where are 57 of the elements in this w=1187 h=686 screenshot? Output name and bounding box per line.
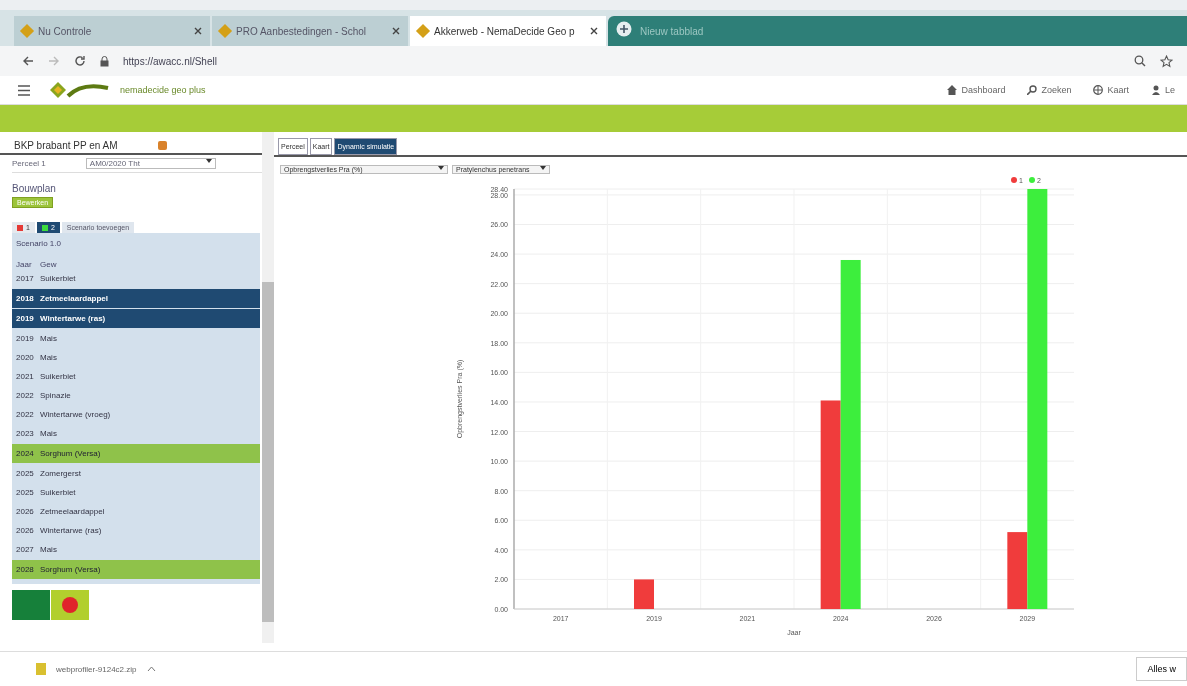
column-header: Gew xyxy=(40,260,57,269)
nav-link[interactable]: Kaart xyxy=(1093,85,1129,95)
app-icon[interactable] xyxy=(51,590,89,620)
reload-icon[interactable] xyxy=(74,55,86,67)
crop-row[interactable]: 2019 Wintertarwe (ras) xyxy=(12,309,260,328)
crop-row[interactable]: 2020 Mais xyxy=(12,348,260,367)
browser-tab[interactable]: Akkerweb - NemaDecide Geo p xyxy=(410,16,606,46)
list-title: Scenario 1.0 xyxy=(15,238,62,250)
star-icon[interactable] xyxy=(1160,54,1173,68)
browser-tab[interactable]: Nu Controle xyxy=(14,16,210,46)
crop-row[interactable]: 2022 Spinazie xyxy=(12,386,260,405)
dropdown-arrow-icon xyxy=(539,166,546,170)
close-icon[interactable] xyxy=(392,25,400,37)
crop-row[interactable]: 2018 Zetmeelaardappel xyxy=(12,289,260,308)
crop-row[interactable]: 2026 Zetmeelaardappel xyxy=(12,502,260,521)
crop-row[interactable]: 2021 Suikerbiet xyxy=(12,367,260,386)
banner-text: Nieuw tabblad xyxy=(640,25,704,37)
globe-icon xyxy=(1093,85,1104,95)
back-icon[interactable] xyxy=(22,55,34,67)
zoom-icon[interactable] xyxy=(1134,55,1146,67)
scrollbar[interactable] xyxy=(262,132,274,643)
crop-row[interactable]: 2025 Zomergerst xyxy=(12,464,260,483)
zip-file-icon xyxy=(36,663,46,675)
download-item[interactable]: webprofiler-9124c2.zip xyxy=(56,664,137,674)
section-title: Bouwplan xyxy=(12,183,57,194)
app-title: nemadecide geo plus xyxy=(120,85,206,95)
crop-row[interactable]: 2025 Suikerbiet xyxy=(12,483,260,502)
field-label: Perceel 1 xyxy=(12,159,46,168)
crop-row[interactable]: 2028 Sorghum (Versa) xyxy=(12,560,260,579)
crop-row[interactable]: 2023 Mais xyxy=(12,424,260,443)
crop-row[interactable]: 2024 Sorghum (Versa) xyxy=(12,444,260,463)
dropdown-arrow-icon xyxy=(205,159,212,163)
user-icon xyxy=(1151,85,1161,95)
show-all-button[interactable]: Alles w xyxy=(1136,657,1187,681)
column-header: Jaar xyxy=(16,260,33,269)
search-icon xyxy=(1027,85,1038,95)
crop-row[interactable]: 2027 Mais xyxy=(12,540,260,559)
crop-row[interactable]: 2026 Wintertarwe (ras) xyxy=(12,521,260,540)
address-field[interactable]: https://awacc.nl/Shell xyxy=(123,55,217,67)
crop-row[interactable]: 2019 Mais xyxy=(12,329,260,348)
nav-link[interactable]: Zoeken xyxy=(1027,85,1072,95)
lock-icon xyxy=(100,55,109,67)
nav-link[interactable]: Dashboard xyxy=(947,85,1006,95)
share-icon[interactable] xyxy=(157,141,167,150)
close-icon[interactable] xyxy=(590,25,598,37)
crop-row[interactable]: 2017 Suikerbiet xyxy=(12,269,260,288)
crop-row[interactable]: 2022 Wintertarwe (vroeg) xyxy=(12,405,260,424)
menu-icon[interactable] xyxy=(18,84,30,96)
home-icon xyxy=(947,85,958,95)
project-title: BKP brabant PP en AM xyxy=(14,140,118,151)
browser-tab[interactable]: PRO Aanbestedingen - Schol xyxy=(212,16,408,46)
dropdown-arrow-icon xyxy=(438,166,444,170)
nav-link[interactable]: Le xyxy=(1151,85,1175,95)
caret-icon[interactable] xyxy=(146,666,156,672)
close-icon[interactable] xyxy=(194,25,202,37)
field-select[interactable]: AM0/2020 Tht xyxy=(85,158,216,169)
bar xyxy=(634,579,654,609)
